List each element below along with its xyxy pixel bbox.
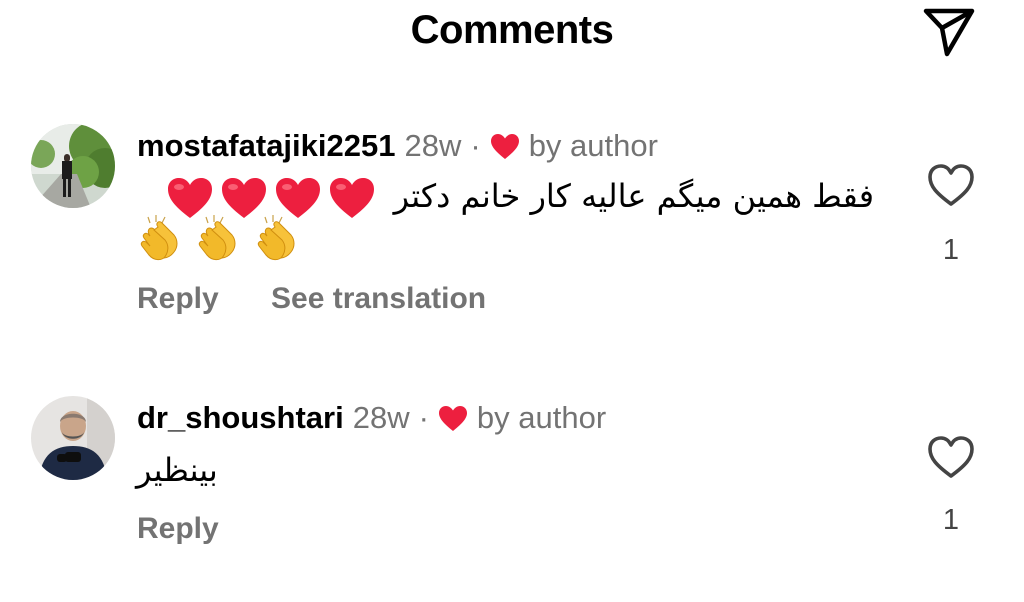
username[interactable]: dr_shoushtari — [137, 400, 344, 436]
heart-outline-icon[interactable] — [926, 162, 976, 208]
separator: · — [470, 128, 481, 163]
red-heart-icon — [327, 174, 377, 222]
comment-meta: mostafatajiki2251 28w · by author — [137, 126, 658, 166]
separator: · — [418, 400, 429, 435]
avatar[interactable] — [31, 124, 115, 208]
comment-meta: dr_shoushtari 28w · by author — [137, 398, 606, 438]
by-author-label: by author — [528, 128, 658, 163]
by-author-label: by author — [476, 400, 607, 435]
like-count: 1 — [942, 234, 960, 266]
paper-plane-icon[interactable] — [918, 2, 980, 60]
comment-actions: Reply See translation — [137, 282, 486, 316]
comment-item: dr_shoushtari 28w · by author بینظیر Rep… — [0, 390, 1024, 560]
username[interactable]: mostafatajiki2251 — [137, 128, 395, 164]
reply-button[interactable]: Reply — [137, 512, 219, 545]
comment-text: بینظیر — [136, 444, 218, 496]
timestamp: 28w — [352, 400, 410, 435]
heart-icon — [490, 133, 520, 160]
avatar[interactable] — [31, 396, 115, 480]
comments-header: Comments — [0, 0, 1024, 64]
heart-icon — [438, 405, 468, 432]
comment-item: mostafatajiki2251 28w · by author فقط هم… — [0, 118, 1024, 318]
like-count: 1 — [942, 504, 960, 536]
comment-text-content: فقط همین میگم عالیه کار خانم دکتر — [393, 177, 874, 215]
clapping-hands-icon — [253, 214, 303, 262]
see-translation-button[interactable]: See translation — [271, 282, 486, 315]
heart-outline-icon[interactable] — [926, 434, 976, 480]
timestamp: 28w — [404, 128, 462, 163]
clapping-hands-icon — [194, 214, 244, 262]
reply-button[interactable]: Reply — [137, 282, 219, 315]
emoji-claps — [136, 214, 307, 262]
comment-actions: Reply — [137, 512, 219, 546]
comment-text-content: بینظیر — [136, 451, 218, 489]
clapping-hands-icon — [136, 214, 186, 262]
page-title: Comments — [410, 8, 614, 52]
